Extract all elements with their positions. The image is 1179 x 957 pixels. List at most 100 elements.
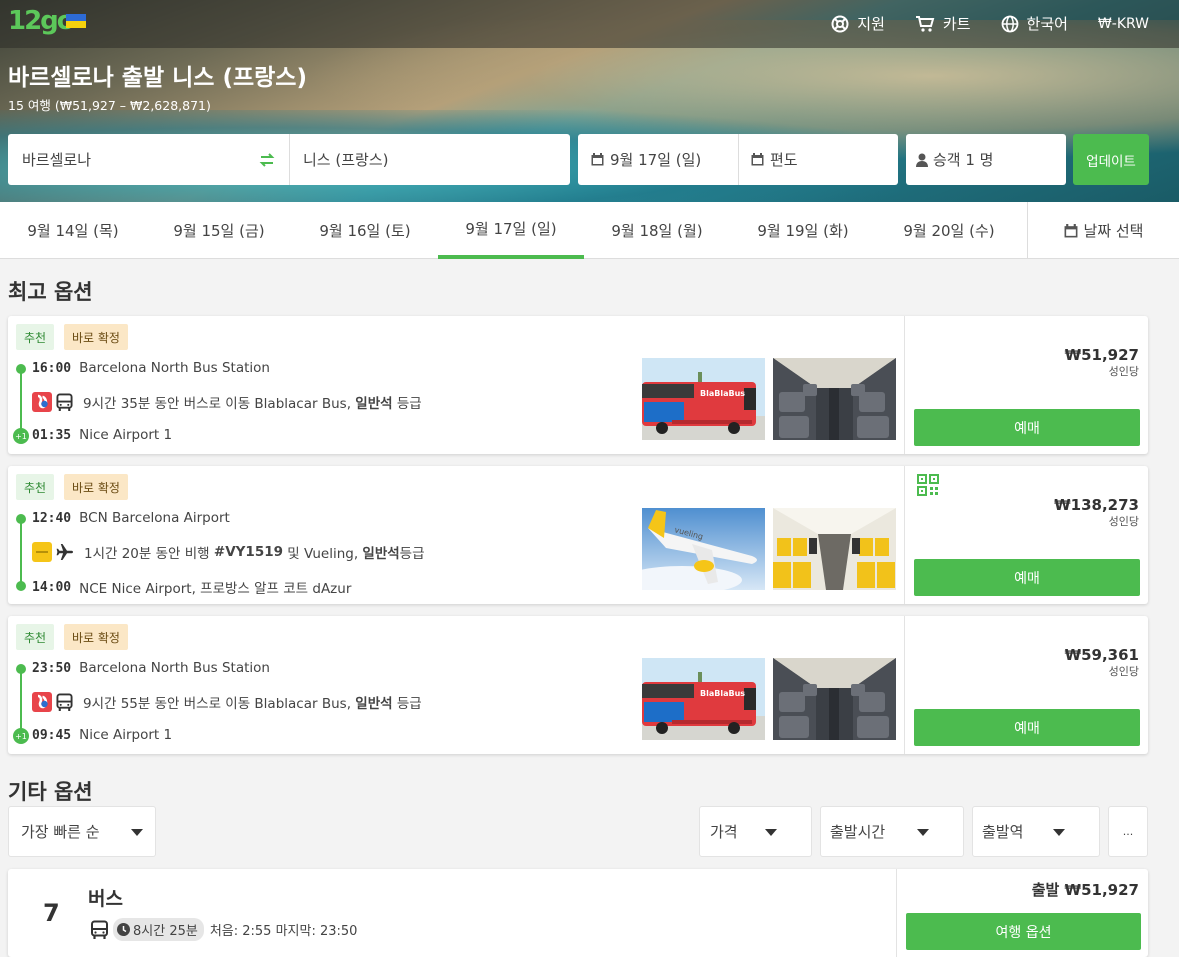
book-button[interactable]: 예매 [914, 409, 1140, 446]
arrival-time: 01:35 [32, 427, 72, 443]
clock-icon [117, 923, 130, 936]
person-icon [916, 153, 928, 167]
trip-description: 9시간 35분 동안 버스로 이동 Blablacar Bus, [83, 396, 351, 412]
bus-group-card[interactable]: 7 버스 8시간 25분 처음: 2:55 마지막: 23:50 출발 ₩51,… [8, 869, 1148, 957]
group-price: 출발 ₩51,927 [1031, 881, 1139, 899]
departure-station: Barcelona North Bus Station [79, 660, 270, 676]
cart-link[interactable]: 카트 [915, 13, 971, 34]
vehicle-interior-photo[interactable] [773, 358, 896, 440]
vehicle-interior-photo[interactable] [773, 658, 896, 740]
instant-confirm-badge: 바로 확정 [64, 474, 128, 500]
vehicle-exterior-photo[interactable]: vueling [642, 508, 765, 590]
departure-time: 23:50 [32, 660, 72, 676]
passenger-input[interactable]: 승객 1 명 [906, 134, 1066, 185]
price-column: ₩59,361 성인당 예매 [904, 616, 1148, 754]
calendar-icon [751, 153, 764, 166]
recommended-badge: 추천 [16, 624, 55, 650]
trip-type-input[interactable]: 편도 [751, 149, 798, 170]
bus-icon [91, 920, 108, 939]
bus-icon [56, 693, 73, 711]
swap-icon[interactable] [259, 152, 275, 168]
qr-code-icon [917, 474, 939, 496]
page-title: 바르셀로나 출발 니스 (프랑스) [8, 65, 307, 91]
calendar-icon [1064, 223, 1077, 237]
arrival-row: 14:00 NCE Nice Airport, 프로방스 알프 코트 dAzur [32, 577, 351, 598]
trip-details-row: 1시간 20분 동안 비행 #VY1519 및 Vueling, 일반석 등급 [32, 542, 425, 562]
date-tab[interactable]: 9월 15일 (금) [146, 202, 292, 259]
support-link[interactable]: 지원 [831, 13, 885, 34]
lifebuoy-icon [831, 15, 849, 32]
departure-dot [16, 364, 26, 374]
chevron-down-icon [765, 829, 777, 836]
globe-icon [1001, 15, 1018, 32]
per-adult-label: 성인당 [1108, 365, 1139, 378]
date-tab[interactable]: 9월 14일 (목) [0, 202, 146, 259]
departure-row: 16:00 Barcelona North Bus Station [32, 360, 270, 376]
class-suffix: 등급 [399, 546, 425, 562]
next-day-badge: +1 [13, 428, 29, 444]
price: ₩59,361 [1064, 646, 1139, 664]
svg-text:BlaBlaBus: BlaBlaBus [700, 689, 745, 698]
top-bar: 12go 지원 카트 한국어 ₩-KRW [0, 0, 1179, 48]
date-picker-button[interactable]: 날짜 선택 [1027, 202, 1179, 259]
group-price-col: 출발 ₩51,927 여행 옵션 [896, 869, 1148, 957]
blablacar-logo [32, 392, 52, 412]
trip-description: 1시간 20분 동안 비행 [84, 546, 210, 562]
arrival-time: 09:45 [32, 727, 72, 743]
date-tab[interactable]: 9월 17일 (일) [438, 202, 584, 259]
departure-time-label: 출발시간 [830, 823, 886, 841]
timeline-line [20, 518, 22, 586]
date-tabs: 9월 14일 (목) 9월 15일 (금) 9월 16일 (토) 9월 17일 (일)… [0, 202, 1179, 259]
group-count: 7 [43, 899, 60, 927]
ukraine-flag-icon [66, 14, 86, 28]
chevron-down-icon [131, 829, 143, 836]
group-info: 8시간 25분 처음: 2:55 마지막: 23:50 [90, 918, 357, 941]
vehicle-exterior-photo[interactable]: BlaBlaBus [642, 658, 765, 740]
duration-pill: 8시간 25분 [113, 918, 204, 941]
instant-confirm-badge: 바로 확정 [64, 624, 128, 650]
date-tab[interactable]: 9월 16일 (토) [292, 202, 438, 259]
currency-selector[interactable]: ₩-KRW [1098, 16, 1149, 32]
from-input[interactable]: 바르셀로나 [22, 149, 91, 170]
best-options-heading: 최고 옵션 [8, 280, 93, 304]
date-input[interactable]: 9월 17일 (일) [591, 149, 701, 170]
departure-station-filter[interactable]: 출발역 [972, 806, 1100, 857]
arrival-time: 14:00 [32, 579, 72, 595]
instant-confirm-badge: 바로 확정 [64, 324, 128, 350]
timeline-line [20, 368, 22, 436]
more-filters-button[interactable]: ... [1108, 806, 1148, 857]
logo[interactable]: 12go [8, 6, 75, 36]
vueling-logo [32, 542, 52, 562]
departure-time: 12:40 [32, 510, 72, 526]
trip-options-button[interactable]: 여행 옵션 [906, 913, 1141, 950]
update-button[interactable]: 업데이트 [1073, 134, 1149, 185]
vehicle-exterior-photo[interactable]: BlaBlaBus [642, 358, 765, 440]
date-tab[interactable]: 9월 20일 (수) [876, 202, 1022, 259]
to-input[interactable]: 니스 (프랑스) [303, 149, 388, 170]
price-filter[interactable]: 가격 [699, 806, 812, 857]
date-tab[interactable]: 9월 18일 (월) [584, 202, 730, 259]
language-selector[interactable]: 한국어 [1001, 13, 1068, 34]
passenger-value: 승객 1 명 [933, 151, 994, 169]
vehicle-interior-photo[interactable] [773, 508, 896, 590]
language-label: 한국어 [1026, 15, 1068, 33]
option-card[interactable]: 추천 바로 확정 +1 23:50 Barcelona North Bus Statio… [8, 616, 1148, 754]
departure-time-filter[interactable]: 출발시간 [820, 806, 964, 857]
blablacar-logo [32, 692, 52, 712]
option-card[interactable]: 추천 바로 확정 12:40 BCN Barcelona Airport 1시간 20분… [8, 466, 1148, 604]
date-tab[interactable]: 9월 19일 (화) [730, 202, 876, 259]
option-card[interactable]: 추천 바로 확정 +1 16:00 Barcelona North Bus Statio… [8, 316, 1148, 454]
departure-row: 12:40 BCN Barcelona Airport [32, 510, 230, 526]
departure-station: Barcelona North Bus Station [79, 360, 270, 376]
book-button[interactable]: 예매 [914, 559, 1140, 596]
arrival-station: Nice Airport 1 [79, 727, 173, 743]
flight-number: #VY1519 [213, 544, 283, 560]
arrival-dot [16, 581, 26, 591]
sort-select[interactable]: 가장 빠른 순 [8, 806, 156, 857]
trip-description: 9시간 55분 동안 버스로 이동 Blablacar Bus, [83, 696, 351, 712]
departure-time: 16:00 [32, 360, 72, 376]
date-search: 9월 17일 (일) 편도 [578, 134, 898, 185]
book-button[interactable]: 예매 [914, 709, 1140, 746]
chevron-down-icon [1053, 829, 1065, 836]
price-column: ₩51,927 성인당 예매 [904, 316, 1148, 454]
